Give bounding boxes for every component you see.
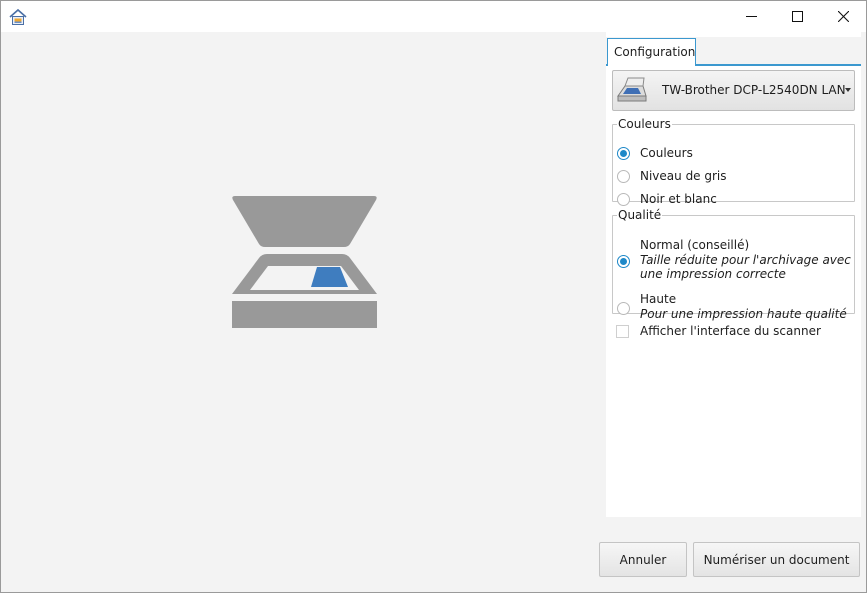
home-scanner-icon: [9, 8, 27, 26]
quality-normal-text: Normal (conseillé) Taille réduite pour l…: [640, 238, 851, 281]
radio-description: Pour une impression haute qualité: [640, 307, 847, 321]
radio-label: Haute: [640, 292, 677, 306]
close-button[interactable]: [820, 1, 866, 32]
radio-color[interactable]: Couleurs: [617, 146, 693, 162]
maximize-button[interactable]: [774, 1, 820, 32]
radio-description: Taille réduite pour l'archivage avec: [640, 253, 851, 267]
radio-grayscale[interactable]: Niveau de gris: [617, 169, 727, 185]
quality-group-legend: Qualité: [618, 208, 662, 222]
device-select[interactable]: TW-Brother DCP-L2540DN LAN: [612, 70, 855, 111]
tab-strip: Configuration: [606, 37, 861, 66]
scanner-device-icon: [616, 76, 648, 104]
cancel-button[interactable]: Annuler: [599, 542, 687, 577]
radio-button-checked[interactable]: [617, 147, 630, 160]
radio-label: Couleurs: [640, 146, 693, 160]
title-bar: [1, 1, 866, 32]
radio-quality-normal[interactable]: Normal (conseillé) Taille réduite pour l…: [617, 238, 851, 281]
radio-label: Noir et blanc: [640, 192, 717, 206]
radio-button-checked[interactable]: [617, 255, 630, 268]
radio-quality-high[interactable]: Haute Pour une impression haute qualité: [617, 292, 847, 321]
radio-description: une impression correcte: [640, 267, 786, 281]
scan-preview-area: [2, 32, 605, 592]
radio-label: Niveau de gris: [640, 169, 727, 183]
tab-configuration[interactable]: Configuration: [607, 38, 696, 66]
radio-button[interactable]: [617, 193, 630, 206]
device-name: TW-Brother DCP-L2540DN LAN: [662, 83, 846, 97]
minimize-icon: [745, 16, 757, 17]
radio-button[interactable]: [617, 302, 630, 315]
radio-label: Normal (conseillé): [640, 238, 750, 252]
maximize-icon: [791, 11, 803, 22]
colors-group: Couleurs Couleurs Niveau de gris Noir et…: [612, 117, 855, 206]
close-icon: [837, 11, 849, 22]
radio-black-white[interactable]: Noir et blanc: [617, 192, 717, 208]
scanner-window: Configuration TW-Brother DCP-L2540DN LAN…: [0, 0, 867, 593]
scan-document-button[interactable]: Numériser un document: [693, 542, 860, 577]
radio-button[interactable]: [617, 170, 630, 183]
chevron-down-icon: [845, 88, 851, 92]
colors-group-legend: Couleurs: [618, 117, 671, 131]
configuration-panel: Configuration TW-Brother DCP-L2540DN LAN…: [606, 32, 861, 517]
minimize-button[interactable]: [728, 1, 774, 32]
scanner-icon: [232, 196, 377, 328]
show-scanner-ui-checkbox[interactable]: [616, 324, 629, 338]
quality-group: Qualité Normal (conseillé) Taille réduit…: [612, 208, 855, 321]
show-scanner-ui-option[interactable]: Afficher l'interface du scanner: [616, 324, 821, 338]
checkbox-label: Afficher l'interface du scanner: [640, 324, 821, 338]
quality-high-text: Haute Pour une impression haute qualité: [640, 292, 847, 321]
